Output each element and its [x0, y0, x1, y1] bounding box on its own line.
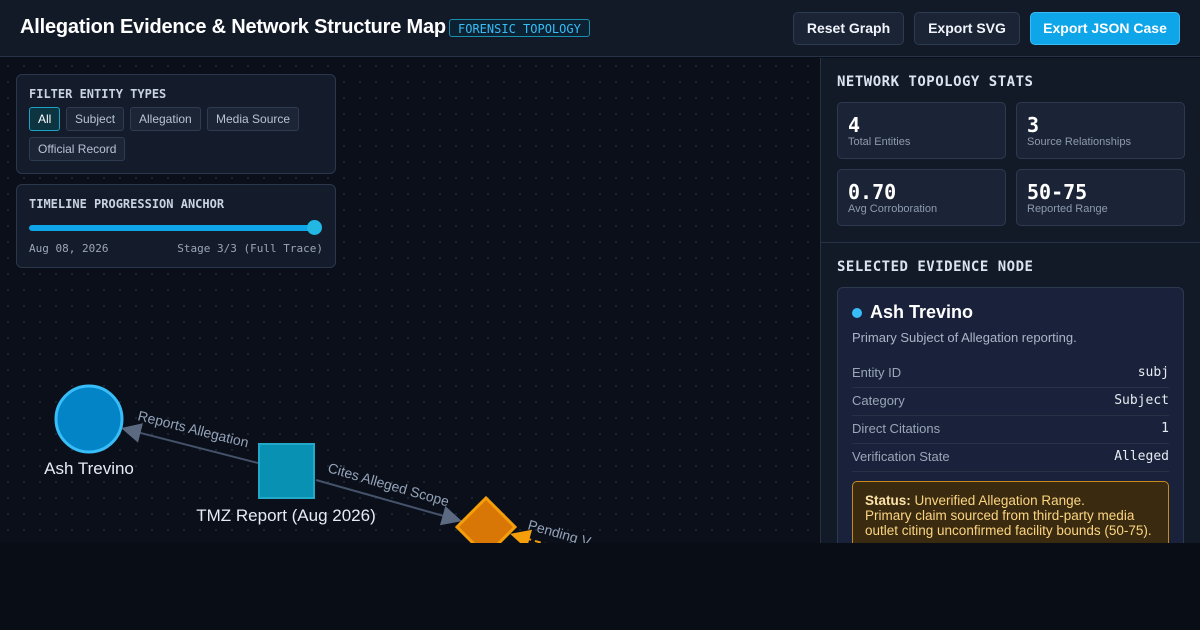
stat-source-relationships: 3 Source Relationships	[1016, 102, 1185, 159]
stat-value: 50-75	[1027, 180, 1088, 204]
topology-badge: FORENSIC TOPOLOGY	[449, 19, 590, 37]
stat-label: Source Relationships	[1027, 136, 1131, 148]
stat-value: 3	[1027, 113, 1040, 137]
section-divider	[821, 242, 1200, 243]
node-label-ash-trevino: Ash Trevino	[44, 459, 134, 478]
header: Allegation Evidence & Network Structure …	[0, 0, 1200, 57]
selected-section-title: SELECTED EVIDENCE NODE	[837, 259, 1034, 275]
stat-value: 4	[848, 113, 861, 137]
status-text: Primary claim sourced from third-party m…	[865, 508, 1152, 538]
detail-row-category: Category Subject	[852, 387, 1169, 416]
node-tmz-report[interactable]	[258, 443, 315, 499]
selected-node-name: Ash Trevino	[870, 302, 974, 322]
detail-key: Category	[852, 393, 905, 408]
node-label-tmz-report: TMZ Report (Aug 2026)	[196, 506, 376, 525]
status-callout: Status: Unverified Allegation Range. Pri…	[852, 481, 1169, 543]
export-svg-button[interactable]: Export SVG	[914, 12, 1020, 45]
detail-value: Subject	[1114, 393, 1169, 408]
detail-key: Entity ID	[852, 365, 902, 380]
node-ash-trevino[interactable]	[54, 384, 124, 454]
status-headline: Unverified Allegation Range.	[914, 493, 1085, 508]
selected-node-card: Ash Trevino Primary Subject of Allegatio…	[837, 287, 1184, 543]
detail-row-entity-id: Entity ID subj	[852, 359, 1169, 388]
detail-key: Verification State	[852, 449, 950, 464]
detail-value: 1	[1161, 421, 1169, 436]
stat-value: 0.70	[848, 180, 897, 204]
stats-section-title: NETWORK TOPOLOGY STATS	[837, 74, 1034, 90]
detail-key: Direct Citations	[852, 421, 941, 436]
details-sidebar: NETWORK TOPOLOGY STATS 4 Total Entities …	[820, 58, 1200, 543]
detail-row-verification-state: Verification State Alleged	[852, 443, 1169, 472]
edge-label-pending-verification: Pending V	[526, 517, 593, 543]
reset-graph-button[interactable]: Reset Graph	[793, 12, 904, 45]
stat-label: Avg Corroboration	[848, 203, 938, 215]
stat-avg-corroboration: 0.70 Avg Corroboration	[837, 169, 1006, 226]
edge-label-cites-alleged-scope: Cites Alleged Scope	[326, 460, 451, 510]
app-window: Allegation Evidence & Network Structure …	[0, 0, 1200, 543]
detail-value: Alleged	[1114, 449, 1169, 464]
network-graph: Reports Allegation Cites Alleged Scope P…	[44, 384, 593, 543]
stat-total-entities: 4 Total Entities	[837, 102, 1006, 159]
stat-reported-range: 50-75 Reported Range	[1016, 169, 1185, 226]
node-allegation[interactable]	[454, 495, 518, 543]
detail-value: subj	[1137, 365, 1169, 380]
edge-label-reports-allegation: Reports Allegation	[136, 407, 250, 450]
selected-node-description: Primary Subject of Allegation reporting.	[852, 330, 1077, 345]
export-json-button[interactable]: Export JSON Case	[1030, 12, 1180, 45]
empty-page-area	[0, 543, 1200, 630]
stat-label: Reported Range	[1027, 203, 1108, 215]
stat-label: Total Entities	[848, 136, 911, 148]
detail-row-direct-citations: Direct Citations 1	[852, 415, 1169, 444]
graph-canvas[interactable]: FILTER ENTITY TYPES All Subject Allegati…	[0, 58, 820, 543]
status-label: Status:	[865, 493, 911, 508]
page-title: Allegation Evidence & Network Structure …	[20, 16, 446, 38]
node-type-dot-icon	[852, 308, 862, 318]
